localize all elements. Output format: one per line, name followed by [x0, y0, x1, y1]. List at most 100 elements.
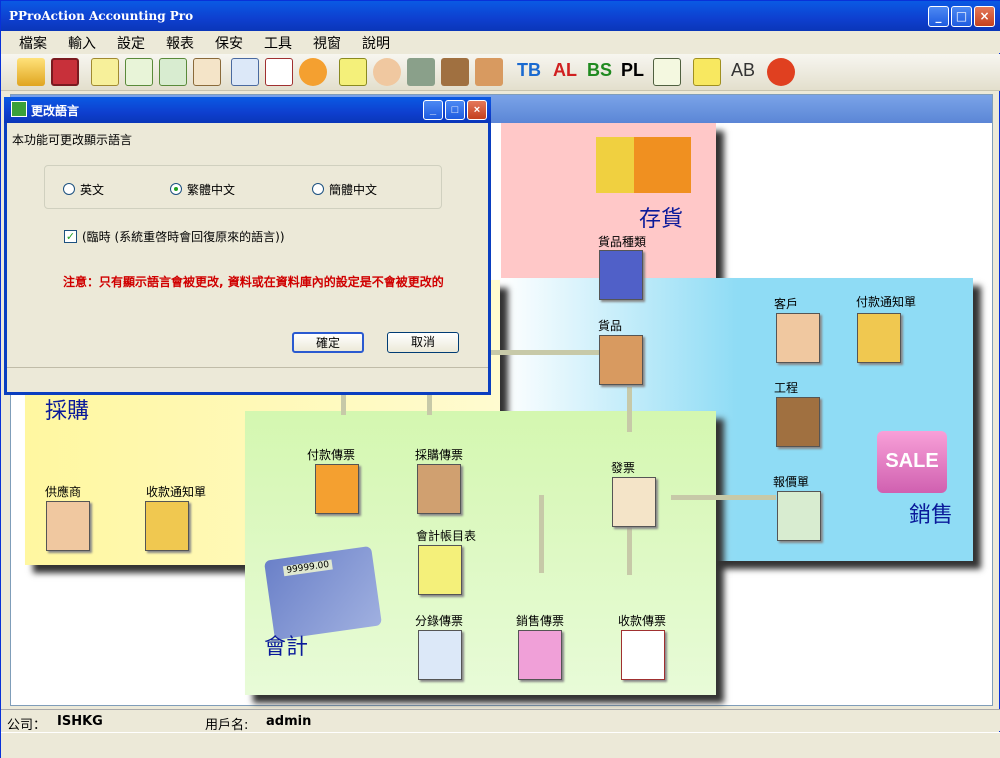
purchase-voucher-label: 採購傳票: [415, 448, 464, 462]
company-value: ISHKG: [57, 714, 103, 729]
inventory-title: 存貨: [639, 207, 684, 232]
flow-arrow: [341, 395, 346, 415]
sales-voucher-icon[interactable]: [518, 630, 562, 680]
radio-english[interactable]: [63, 183, 75, 195]
money-icon[interactable]: [407, 58, 435, 86]
menu-file[interactable]: 檔案: [19, 33, 47, 53]
dialog-description: 本功能可更改顯示語言: [12, 133, 133, 147]
dialog-maximize-button[interactable]: □: [445, 100, 465, 120]
ok-button[interactable]: 確定: [292, 332, 364, 353]
receipt-notice-label: 收款通知單: [146, 485, 207, 499]
calculator-icon: 99999.00: [263, 545, 383, 641]
radio-simplified-chinese[interactable]: [312, 183, 324, 195]
dialog-title-bar[interactable]: 更改語言 _ □ ×: [4, 97, 491, 123]
supplier-icon[interactable]: [46, 501, 90, 551]
menu-settings[interactable]: 設定: [117, 33, 145, 53]
journal-voucher-label: 分錄傳票: [415, 614, 464, 628]
project-briefcase-icon[interactable]: [776, 397, 820, 447]
window-title: PProAction Accounting Pro: [9, 9, 194, 23]
goods-label: 貨品: [598, 319, 623, 333]
flow-arrow: [539, 495, 544, 573]
journal-icon[interactable]: [231, 58, 259, 86]
cancel-button[interactable]: 取消: [387, 332, 459, 353]
account-list-icon[interactable]: AL: [553, 60, 577, 81]
purchase-title: 採購: [45, 399, 90, 424]
payment-notice-icon[interactable]: [857, 313, 901, 363]
users-icon[interactable]: [373, 58, 401, 86]
radio-simplified-chinese-label[interactable]: 簡體中文: [329, 181, 377, 198]
invoice-icon[interactable]: [193, 58, 221, 86]
radio-english-label[interactable]: 英文: [80, 181, 104, 198]
open-folder-icon[interactable]: [17, 58, 45, 86]
accounting-title: 會計: [264, 635, 309, 660]
profit-loss-icon[interactable]: PL: [621, 60, 644, 81]
user-label: 用戶名:: [205, 718, 249, 733]
ledger-book-icon[interactable]: [418, 545, 462, 595]
receipt-dollar-icon[interactable]: [265, 58, 293, 86]
temporary-checkbox[interactable]: ✓: [64, 230, 77, 243]
flow-arrow: [491, 350, 601, 355]
maximize-button[interactable]: □: [951, 6, 972, 27]
company-label: 公司：: [7, 718, 47, 733]
minimize-button[interactable]: _: [928, 6, 949, 27]
user-dollar-icon[interactable]: [767, 58, 795, 86]
customer-label: 客戶: [774, 297, 799, 311]
user-value: admin: [266, 714, 312, 729]
ledger-icon[interactable]: [339, 58, 367, 86]
flow-arrow: [627, 387, 632, 432]
toolbar: TB AL BS PL AB: [1, 54, 1000, 91]
journal-voucher-icon[interactable]: [418, 630, 462, 680]
app-window: PProAction Accounting Pro _ □ × 檔案 輸入 設定…: [0, 0, 1000, 758]
save-disk-icon[interactable]: [51, 58, 79, 86]
radio-traditional-chinese[interactable]: [170, 183, 182, 195]
menu-window[interactable]: 視窗: [313, 33, 341, 53]
status-bar: 公司： ISHKG 用戶名: admin: [1, 709, 1000, 733]
flow-arrow: [627, 525, 632, 575]
box-icon[interactable]: [475, 58, 503, 86]
invoice-icon[interactable]: [612, 477, 656, 527]
goods-box-icon[interactable]: [599, 335, 643, 385]
dialog-status-strip: [7, 367, 488, 392]
receipt-voucher-icon[interactable]: [621, 630, 665, 680]
receipt-notice-icon[interactable]: [145, 501, 189, 551]
briefcase-icon[interactable]: [441, 58, 469, 86]
invoice-label: 發票: [611, 461, 636, 475]
menu-input[interactable]: 輸入: [68, 33, 96, 53]
change-language-dialog: 更改語言 _ □ × 本功能可更改顯示語言 英文 繁體中文 簡體中文 ✓ (臨時…: [4, 97, 491, 395]
purchase-order-icon[interactable]: [91, 58, 119, 86]
forklift-icon: [596, 137, 691, 193]
warning-note: 注意：只有顯示語言會被更改, 資料或在資料庫內的設定是不會被更改的: [63, 275, 444, 289]
temporary-checkbox-label[interactable]: (臨時 (系統重啓時會回復原來的語言)): [82, 228, 285, 245]
quotation-icon[interactable]: [777, 491, 821, 541]
payment-dollar-icon[interactable]: [299, 58, 327, 86]
sticky-note-icon[interactable]: [693, 58, 721, 86]
menu-security[interactable]: 保安: [215, 33, 243, 53]
payment-voucher-label: 付款傳票: [307, 448, 356, 462]
notes-icon[interactable]: [653, 58, 681, 86]
title-bar[interactable]: PProAction Accounting Pro _ □ ×: [1, 1, 1000, 31]
building-icon[interactable]: [599, 250, 643, 300]
receipt-voucher-label: 收款傳票: [618, 614, 667, 628]
supplier-label: 供應商: [45, 485, 82, 499]
radio-traditional-chinese-label[interactable]: 繁體中文: [187, 181, 235, 198]
balance-sheet-icon[interactable]: BS: [587, 60, 612, 81]
menu-reports[interactable]: 報表: [166, 33, 194, 53]
trial-balance-icon[interactable]: TB: [517, 60, 541, 81]
dialog-close-button[interactable]: ×: [467, 100, 487, 120]
close-button[interactable]: ×: [974, 6, 995, 27]
purchase-voucher-icon[interactable]: [417, 464, 461, 514]
quotation-label: 報價單: [773, 475, 810, 489]
payment-voucher-icon[interactable]: [315, 464, 359, 514]
payment-notice-label: 付款通知單: [856, 295, 917, 309]
menu-bar: 檔案 輸入 設定 報表 保安 工具 視窗 說明: [1, 31, 1000, 53]
copy-document-icon[interactable]: [159, 58, 187, 86]
language-icon[interactable]: AB: [731, 60, 755, 81]
status-bar-secondary: [1, 732, 1000, 758]
customer-icon[interactable]: [776, 313, 820, 363]
chart-of-accounts-label: 會計帳目表: [416, 529, 477, 543]
menu-tools[interactable]: 工具: [264, 33, 292, 53]
document-icon[interactable]: [125, 58, 153, 86]
sale-bag-icon: SALE: [877, 431, 947, 493]
menu-help[interactable]: 說明: [362, 33, 390, 53]
dialog-minimize-button[interactable]: _: [423, 100, 443, 120]
